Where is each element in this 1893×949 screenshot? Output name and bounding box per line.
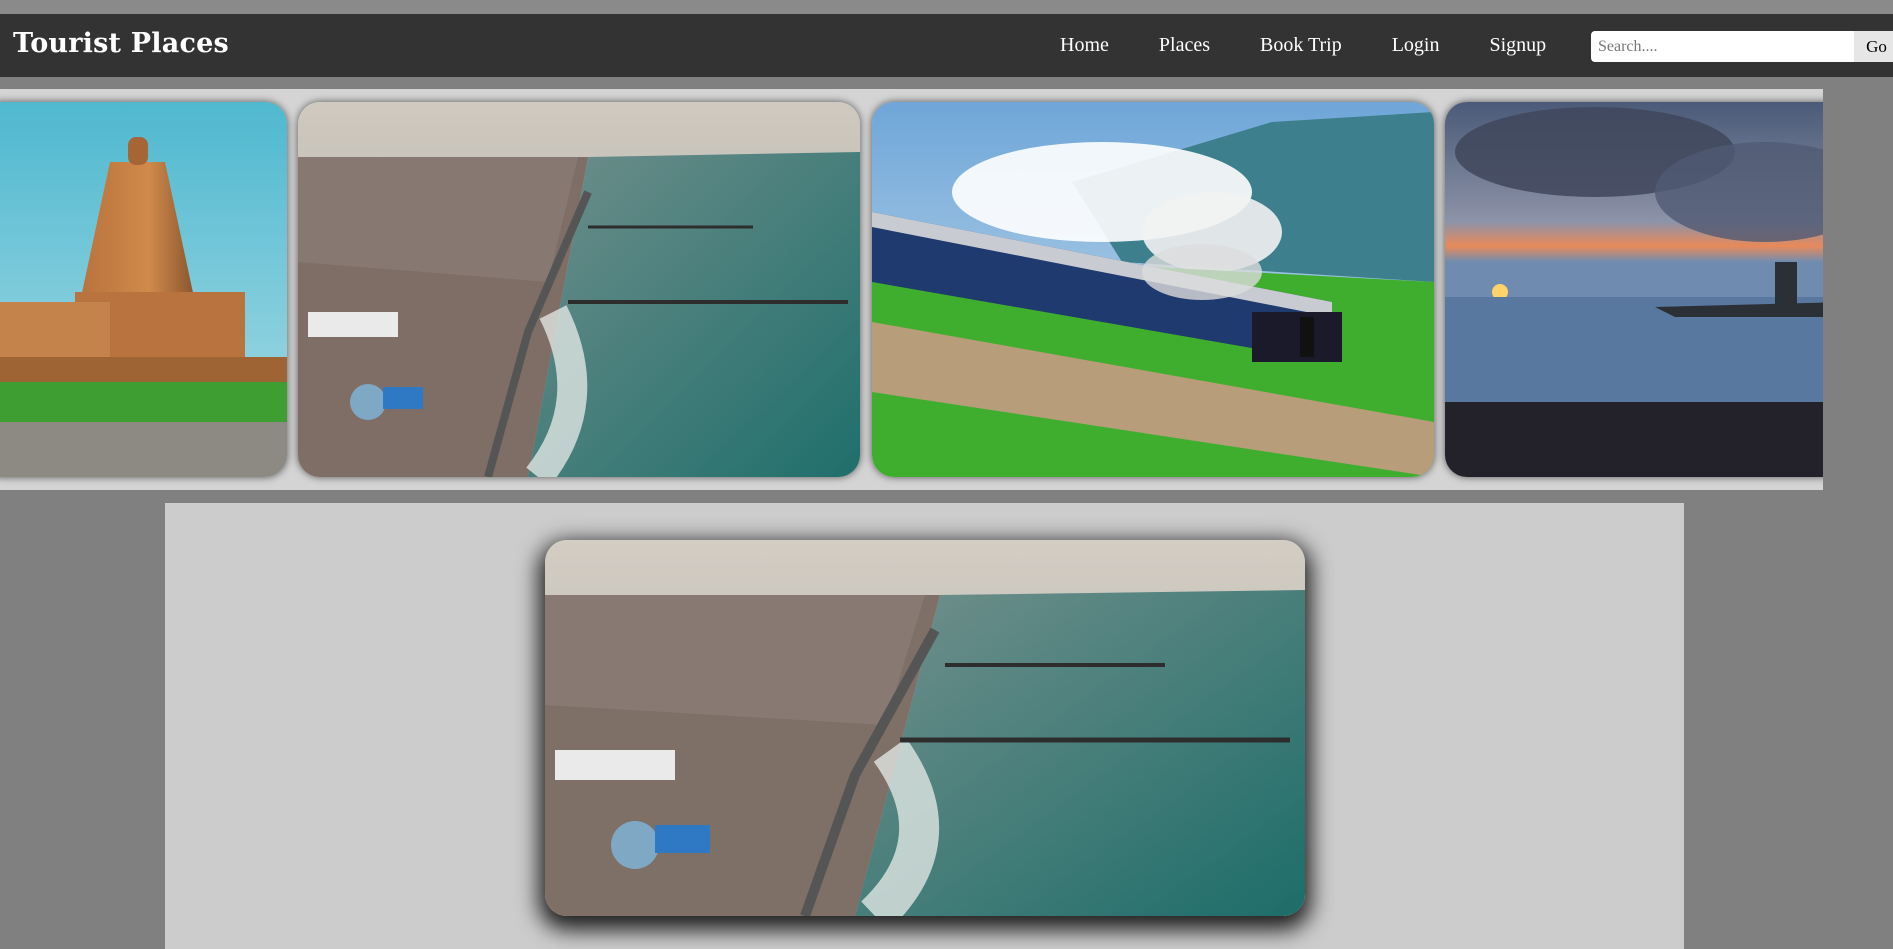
coastal-city-aerial-photo: [545, 540, 1305, 916]
nav-link-places[interactable]: Places: [1159, 34, 1210, 57]
featured-image[interactable]: [545, 540, 1305, 916]
gallery-image-train[interactable]: [872, 102, 1434, 477]
gallery-image-sunset[interactable]: [1445, 102, 1823, 477]
navbar: Tourist Places Home Places Book Trip Log…: [0, 14, 1893, 77]
nav-link-login[interactable]: Login: [1392, 34, 1440, 57]
image-gallery-strip[interactable]: [0, 89, 1823, 490]
window-top-strip: [0, 0, 1893, 14]
site-brand[interactable]: Tourist Places: [13, 28, 229, 59]
nav-link-book-trip[interactable]: Book Trip: [1260, 34, 1342, 57]
nav-links: Home Places Book Trip Login Signup: [1060, 14, 1596, 77]
coastal-city-aerial-photo: [298, 102, 860, 477]
nav-link-home[interactable]: Home: [1060, 34, 1109, 57]
search-input[interactable]: [1591, 31, 1854, 62]
go-button[interactable]: Go: [1854, 31, 1893, 62]
gallery-image-coast[interactable]: [298, 102, 860, 477]
mountain-train-photo: [872, 102, 1434, 477]
gallery-image-temple[interactable]: [0, 102, 287, 477]
temple-photo: [0, 102, 287, 477]
nav-link-signup[interactable]: Signup: [1489, 34, 1546, 57]
seaside-sunset-crowd-photo: [1445, 102, 1823, 477]
